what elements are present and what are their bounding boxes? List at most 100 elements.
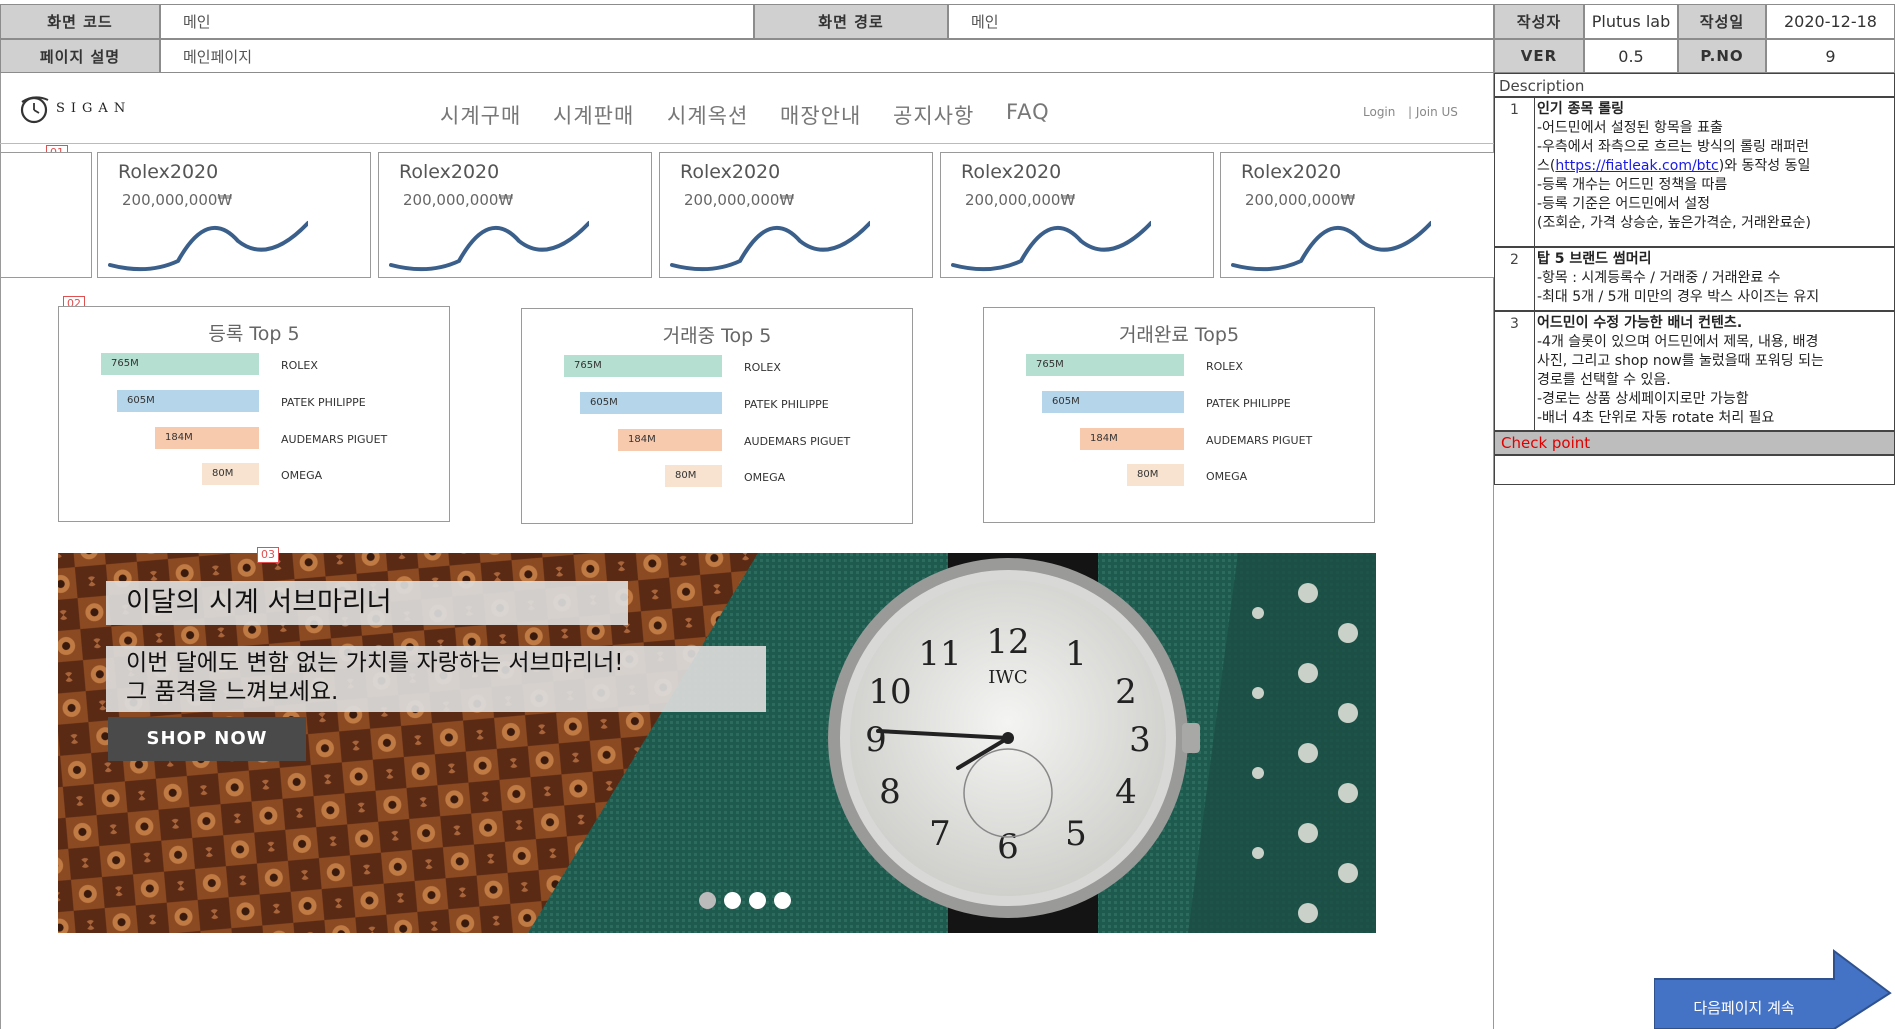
nav-divider [0, 143, 1494, 144]
ticker-card[interactable]: Rolex2020 200,000,000₩ [1220, 152, 1494, 278]
top5-bar-ap: 184M [618, 429, 722, 451]
ticker-card-name: Rolex2020 [680, 161, 781, 183]
top5-brand-label: AUDEMARS PIGUET [744, 435, 851, 448]
ticker-card-name: Rolex2020 [1241, 161, 1342, 183]
ticker-card-price: 200,000,000₩ [965, 191, 1076, 209]
ver-label: VER [1494, 39, 1584, 73]
top5-title: 등록 Top 5 [208, 323, 300, 345]
nav-item-sell[interactable]: 시계판매 [553, 100, 634, 130]
description-line: (조회순, 가격 상승순, 높은가격순, 거래완료순) [1537, 215, 1811, 231]
nav-item-buy[interactable]: 시계구매 [440, 100, 521, 130]
pno-label: P.NO [1678, 39, 1766, 73]
description-line: -등록 개수는 어드민 정책을 따름 [1537, 177, 1728, 193]
top5-bar-omega: 80M [1127, 464, 1184, 486]
pagination-dot[interactable] [774, 892, 791, 909]
ticker-card[interactable]: Rolex2020 200,000,000₩ [378, 152, 652, 278]
promo-banner[interactable]: 12 1 2 3 45 6 78 9 10 11 IWC 이달의 시계 서브마리너 이번 달… [58, 553, 1376, 933]
shop-now-button[interactable]: SHOP NOW [108, 717, 306, 761]
reference-link[interactable]: https://fiatleak.com/btc [1555, 158, 1718, 174]
ticker-card-price: 200,000,000₩ [684, 191, 795, 209]
top5-bar-rolex: 765M [1026, 354, 1184, 376]
pagination-dot-active[interactable] [699, 892, 716, 909]
ver-value: 0.5 [1584, 39, 1678, 73]
svg-text:10: 10 [868, 672, 911, 712]
next-page-label[interactable]: 다음페이지 계속 [1654, 997, 1834, 1018]
nav-item-stores[interactable]: 매장안내 [780, 100, 861, 130]
top5-bar-patek: 605M [580, 392, 722, 414]
checkpoint-body [1494, 455, 1895, 485]
description-line: -경로는 상품 상세페이지로만 가능함 [1537, 391, 1749, 407]
nav-item-notice[interactable]: 공지사항 [893, 100, 974, 130]
description-item-title: 탑 5 브랜드 썸머리 [1537, 251, 1652, 267]
top5-brand-label: AUDEMARS PIGUET [1206, 434, 1313, 447]
banner-title: 이달의 시계 서브마리너 [106, 581, 628, 625]
ticker-card-price: 200,000,000₩ [1245, 191, 1356, 209]
pno-value: 9 [1766, 39, 1895, 73]
top5-brand-label: ROLEX [281, 359, 318, 372]
author-value: Plutus lab [1584, 4, 1678, 39]
ticker-card[interactable]: Rolex2020 200,000,000₩ [940, 152, 1214, 278]
nav-item-auction[interactable]: 시계옥션 [667, 100, 748, 130]
top5-bar-ap: 184M [155, 427, 259, 449]
description-line: -등록 기준은 어드민에서 설정 [1537, 196, 1710, 212]
description-line: 스(https://fiatleak.com/btc)와 동작성 동일 [1537, 158, 1811, 174]
login-link[interactable]: Login [1363, 105, 1395, 119]
top5-trading-box: 거래중 Top 5 765M ROLEX 605M PATEK PHILIPPE… [521, 308, 913, 524]
top5-bar-rolex: 765M [101, 353, 259, 375]
description-line: -어드민에서 설정된 항목을 표출 [1537, 120, 1723, 136]
description-item-3: 3 어드민이 수정 가능한 배너 컨텐츠. -4개 슬롯이 있으며 어드민에서 … [1494, 311, 1895, 431]
top5-brand-label: OMEGA [1206, 470, 1248, 483]
pagination-dot[interactable] [749, 892, 766, 909]
description-header: Description [1494, 73, 1895, 97]
top5-brand-label: ROLEX [744, 361, 781, 374]
description-line: 사진, 그리고 shop now를 눌렀을때 포워딩 되는 [1537, 353, 1824, 369]
top5-title: 거래완료 Top5 [1118, 324, 1240, 346]
date-value: 2020-12-18 [1766, 4, 1895, 39]
svg-text:3: 3 [1129, 720, 1151, 760]
svg-text:6: 6 [997, 827, 1019, 867]
description-line: -우측에서 좌측으로 흐르는 방식의 롤링 래퍼런 [1537, 139, 1810, 155]
description-item-2: 2 탑 5 브랜드 썸머리 -항목 : 시계등록수 / 거래중 / 거래완료 수… [1494, 247, 1895, 311]
top5-bar-ap: 184M [1080, 428, 1184, 450]
description-item-1: 1 인기 종목 롤링 -어드민에서 설정된 항목을 표출 -우측에서 좌측으로 … [1494, 97, 1895, 247]
ticker-sparkline [951, 221, 1151, 272]
top5-bar-rolex: 765M [564, 355, 722, 377]
svg-text:IWC: IWC [988, 667, 1027, 688]
ticker-card-price: 200,000,000₩ [403, 191, 514, 209]
ticker-sparkline [1231, 221, 1431, 272]
description-line: -항목 : 시계등록수 / 거래중 / 거래완료 수 [1537, 270, 1781, 286]
description-line: -배너 4초 단위로 자동 rotate 처리 필요 [1537, 410, 1775, 426]
top5-brand-label: PATEK PHILIPPE [744, 398, 829, 411]
ticker-card[interactable]: Rolex2020 200,000,000₩ [97, 152, 371, 278]
svg-text:5: 5 [1065, 814, 1087, 854]
description-line: -4개 슬롯이 있으며 어드민에서 제목, 내용, 배경 [1537, 334, 1819, 350]
description-item-title: 인기 종목 롤링 [1537, 101, 1625, 117]
svg-text:2: 2 [1115, 672, 1137, 712]
banner-line-2: 그 품격을 느껴보세요. [126, 679, 339, 705]
top5-bar-omega: 80M [665, 465, 722, 487]
top5-completed-box: 거래완료 Top5 765M ROLEX 605M PATEK PHILIPPE… [983, 307, 1375, 523]
description-item-number: 3 [1495, 312, 1535, 430]
nav-item-faq[interactable]: FAQ [1006, 100, 1050, 124]
ticker-card[interactable]: Rolex2020 200,000,000₩ [659, 152, 933, 278]
join-link[interactable]: | Join US [1408, 105, 1458, 119]
marker-03: 03 [257, 547, 279, 563]
svg-text:9: 9 [865, 720, 887, 760]
svg-text:8: 8 [879, 772, 901, 812]
svg-text:7: 7 [929, 814, 951, 854]
page-desc-value: 메인페이지 [160, 39, 1494, 73]
svg-text:1: 1 [1065, 634, 1087, 674]
site-logo[interactable]: SIGAN [18, 92, 138, 126]
svg-text:4: 4 [1115, 772, 1137, 812]
pagination-dot[interactable] [724, 892, 741, 909]
clock-logo-icon [20, 96, 49, 124]
checkpoint-header: Check point [1494, 431, 1895, 455]
ticker-card-partial[interactable] [0, 152, 92, 278]
description-item-title: 어드민이 수정 가능한 배너 컨텐츠. [1537, 315, 1743, 331]
screen-path-value: 메인 [948, 4, 1494, 39]
date-label: 작성일 [1678, 4, 1766, 39]
ticker-sparkline [108, 221, 308, 272]
logo-text: SIGAN [56, 101, 132, 116]
banner-line-1: 이번 달에도 변함 없는 가치를 자랑하는 서브마리너! [126, 650, 624, 676]
svg-text:11: 11 [918, 634, 961, 674]
